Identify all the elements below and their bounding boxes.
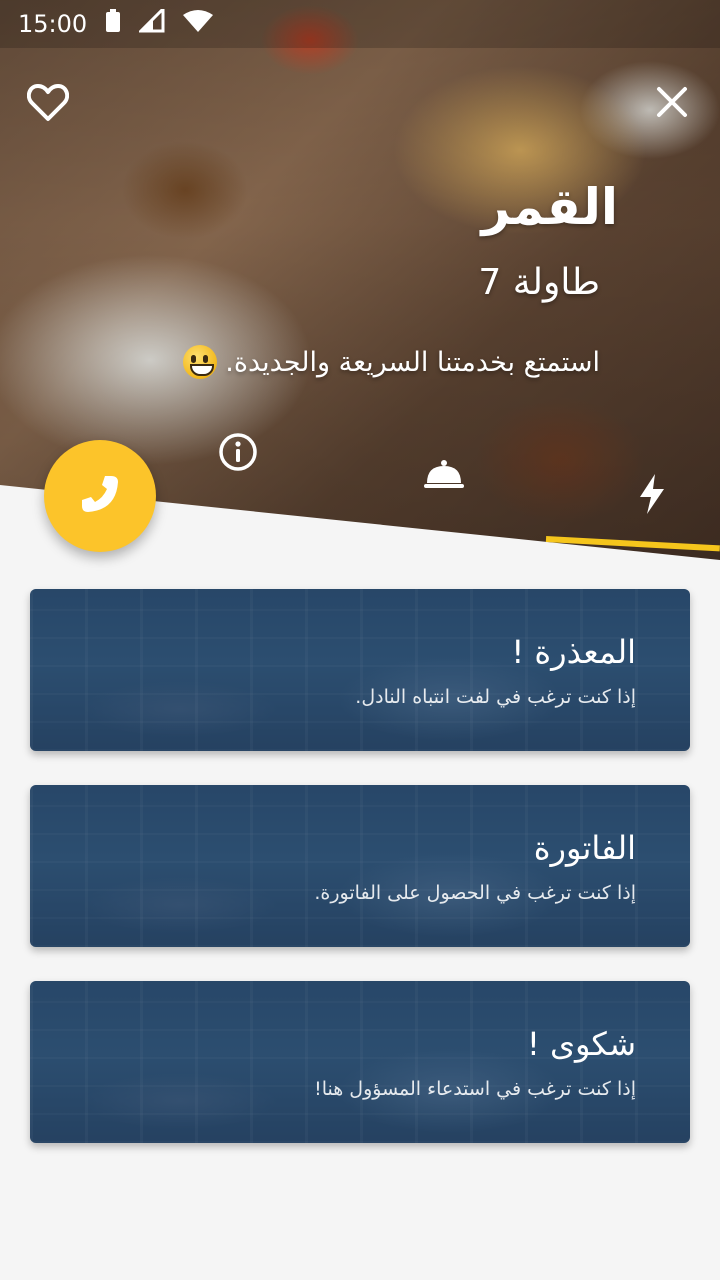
card-title: شكوى !	[526, 1025, 636, 1063]
smiley-emoji-icon	[183, 345, 218, 379]
card-bill[interactable]: الفاتورة إذا كنت ترغب في الحصول على الفا…	[30, 785, 690, 947]
room-service-bell-icon	[423, 457, 465, 495]
card-subtitle: إذا كنت ترغب في الحصول على الفاتورة.	[314, 882, 636, 904]
table-label: طاولة 7	[478, 262, 600, 303]
card-excuse-me[interactable]: المعذرة ! إذا كنت ترغب في لفت انتباه الن…	[30, 589, 690, 751]
tab-info[interactable]	[208, 424, 268, 484]
card-title: الفاتورة	[533, 829, 636, 867]
tab-quick[interactable]	[622, 466, 682, 526]
card-subtitle: إذا كنت ترغب في لفت انتباه النادل.	[355, 686, 636, 708]
card-subtitle: إذا كنت ترغب في استدعاء المسؤول هنا!	[314, 1078, 636, 1100]
tab-room-service[interactable]	[414, 446, 474, 506]
favorite-button[interactable]	[20, 76, 76, 132]
status-time: 15:00	[18, 10, 88, 38]
phone-icon	[78, 472, 122, 520]
welcome-text: استمتع بخدمتنا السريعة والجديدة.	[225, 346, 600, 378]
status-bar: 15:00	[0, 0, 720, 48]
restaurant-name: القمر	[481, 178, 618, 236]
welcome-message: استمتع بخدمتنا السريعة والجديدة.	[183, 345, 600, 379]
call-waiter-button[interactable]	[44, 440, 156, 552]
close-button[interactable]	[644, 76, 700, 132]
lightning-icon	[638, 473, 666, 519]
card-complaint[interactable]: شكوى ! إذا كنت ترغب في استدعاء المسؤول ه…	[30, 981, 690, 1143]
battery-icon	[105, 9, 121, 39]
screen: 15:00 القمر طاولة 7 استمتع بخدمتنا السري…	[0, 0, 720, 1280]
close-icon	[656, 86, 688, 122]
wifi-icon	[183, 9, 214, 39]
heart-icon	[26, 82, 70, 126]
card-title: المعذرة !	[511, 633, 636, 671]
info-icon	[218, 432, 258, 476]
service-cards: المعذرة ! إذا كنت ترغب في لفت انتباه الن…	[30, 589, 690, 1177]
signal-icon	[137, 5, 165, 39]
